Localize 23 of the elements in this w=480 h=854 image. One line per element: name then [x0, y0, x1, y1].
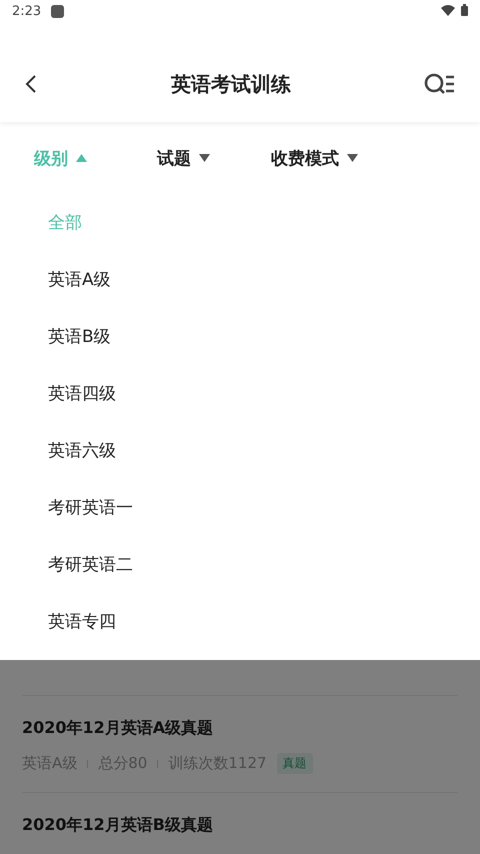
dropdown-option[interactable]: 英语B级 [0, 308, 480, 365]
page-title: 英语考试训练 [170, 70, 292, 98]
caret-up-icon [76, 154, 87, 162]
search-list-icon [424, 72, 456, 96]
back-icon [24, 74, 38, 94]
battery-icon [461, 4, 468, 16]
status-time: 2:23 [12, 4, 42, 20]
filter-tab[interactable]: 试题 [157, 146, 271, 170]
notification-icon [51, 5, 64, 18]
dropdown-option[interactable]: 考研英语一 [0, 479, 480, 536]
paper-tag: 真题 [276, 753, 313, 774]
dim-overlay[interactable] [0, 660, 480, 854]
dropdown-option[interactable]: 英语专四 [0, 593, 480, 650]
dropdown-option[interactable]: 英语四级 [0, 365, 480, 422]
dropdown-option[interactable]: 考研英语二 [0, 536, 480, 593]
caret-down-icon [199, 154, 210, 162]
paper-title[interactable]: 2020年12月英语B级真题 [22, 815, 458, 836]
paper-title[interactable]: 2020年12月英语A级真题 [22, 718, 458, 739]
dropdown-option[interactable]: 英语A级 [0, 251, 480, 308]
filter-tab[interactable]: 收费模式 [271, 146, 391, 170]
wifi-icon [441, 4, 455, 16]
dropdown-option[interactable]: 英语六级 [0, 422, 480, 479]
caret-down-icon [347, 154, 358, 162]
